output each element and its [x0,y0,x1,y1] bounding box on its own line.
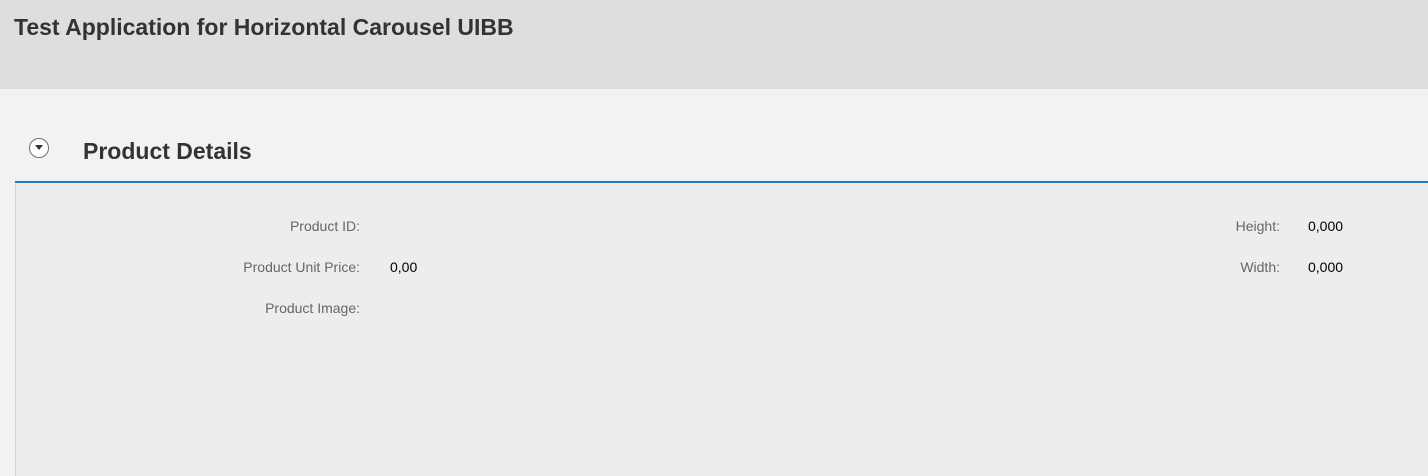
page-title: Test Application for Horizontal Carousel… [14,14,514,40]
panel-header-product-details: Product Details [15,128,1428,183]
product-image-label: Product Image: [265,300,360,316]
width-label: Width: [1240,259,1280,275]
height-value: 0,000 [1308,218,1344,234]
product-unit-price-value: 0,00 [390,259,418,275]
product-id-label: Product ID: [289,218,360,234]
product-unit-price-label: Product Unit Price: [243,259,360,275]
chevron-down-icon [35,145,43,150]
panel-title: Product Details [83,138,252,164]
product-details-form: Product ID: Product Unit Price: 0,00 Pro… [15,183,1428,476]
width-value: 0,000 [1308,259,1344,275]
app-header: Test Application for Horizontal Carousel… [0,0,1428,89]
height-label: Height: [1235,218,1280,234]
collapse-panel-button[interactable] [29,138,49,158]
